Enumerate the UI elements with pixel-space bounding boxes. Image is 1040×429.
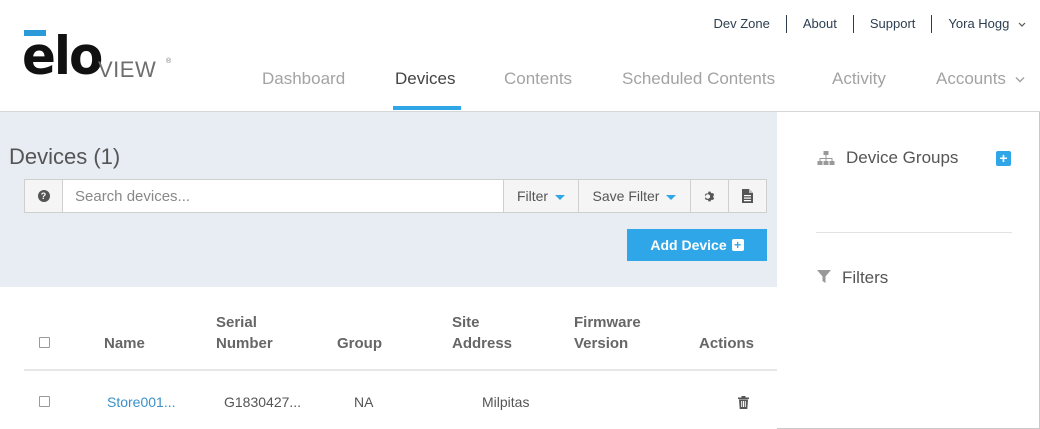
add-group-button[interactable]: + bbox=[996, 151, 1011, 166]
tab-contents[interactable]: Contents bbox=[504, 68, 572, 90]
caret-down-icon bbox=[555, 194, 566, 200]
help-button[interactable]: ? bbox=[25, 180, 63, 212]
device-name-link[interactable]: Store001... bbox=[107, 393, 176, 411]
device-group: NA bbox=[354, 394, 374, 410]
main-nav: Dashboard Devices Contents Scheduled Con… bbox=[0, 56, 1040, 111]
save-filter-label: Save Filter bbox=[592, 188, 660, 204]
user-name: Yora Hogg bbox=[948, 16, 1010, 31]
filter-label: Filter bbox=[516, 188, 549, 204]
sitemap-icon bbox=[817, 151, 835, 165]
column-header-name[interactable]: Name bbox=[104, 333, 145, 354]
select-all-checkbox[interactable] bbox=[39, 337, 50, 348]
tab-devices[interactable]: Devices bbox=[395, 68, 455, 90]
column-header-firmware-line2: Version bbox=[574, 335, 629, 352]
user-menu[interactable]: Yora Hogg bbox=[932, 15, 1026, 33]
column-header-actions: Actions bbox=[699, 335, 755, 352]
chevron-down-icon bbox=[1015, 76, 1025, 83]
column-header-serial-line1: Serial bbox=[216, 314, 257, 331]
add-device-button[interactable]: Add Device + bbox=[627, 229, 767, 261]
device-groups-title: Device Groups bbox=[846, 148, 959, 167]
document-icon bbox=[742, 189, 753, 203]
dev-zone-link[interactable]: Dev Zone bbox=[698, 15, 786, 33]
add-device-label: Add Device bbox=[650, 237, 727, 253]
header: elo VIEW ® Dev Zone About Support Yora H… bbox=[0, 0, 1040, 112]
search-input[interactable] bbox=[63, 180, 504, 212]
tab-activity[interactable]: Activity bbox=[832, 68, 886, 90]
column-header-site-line1: Site bbox=[452, 314, 480, 331]
gear-icon bbox=[704, 191, 715, 201]
tab-dashboard[interactable]: Dashboard bbox=[262, 68, 345, 90]
filters-title[interactable]: Filters bbox=[842, 267, 888, 289]
filter-dropdown[interactable]: Filter bbox=[504, 180, 579, 212]
column-header-site-line2: Address bbox=[452, 335, 513, 352]
logo-accent-bar bbox=[24, 30, 46, 36]
column-header-group[interactable]: Group bbox=[337, 333, 382, 354]
tab-scheduled-contents[interactable]: Scheduled Contents bbox=[622, 68, 775, 90]
save-filter-dropdown[interactable]: Save Filter bbox=[579, 180, 691, 212]
column-header-firmware[interactable]: Firmware Version bbox=[574, 312, 641, 354]
about-link[interactable]: About bbox=[787, 15, 853, 33]
plus-square-icon: + bbox=[731, 239, 744, 251]
column-header-site[interactable]: Site Address bbox=[452, 312, 512, 354]
support-link[interactable]: Support bbox=[854, 15, 932, 33]
funnel-icon bbox=[817, 270, 831, 283]
column-header-serial-line2: Number bbox=[216, 335, 273, 352]
device-site: Milpitas bbox=[482, 394, 530, 410]
side-panel: Device Groups + Filters bbox=[777, 112, 1039, 428]
chevron-down-icon bbox=[1018, 22, 1026, 27]
search-toolbar: ? Filter Save Filter bbox=[24, 179, 767, 213]
tab-accounts[interactable]: Accounts bbox=[936, 68, 1025, 90]
device-serial: G1830427... bbox=[224, 394, 302, 410]
trash-icon[interactable] bbox=[738, 396, 749, 409]
export-button[interactable] bbox=[729, 180, 766, 212]
column-header-firmware-line1: Firmware bbox=[574, 314, 641, 331]
table-row[interactable]: Store001... G1830427... NA Milpitas bbox=[24, 371, 777, 429]
page-title: Devices (1) bbox=[9, 144, 121, 169]
side-divider bbox=[816, 232, 1012, 233]
settings-button[interactable] bbox=[691, 180, 729, 212]
caret-down-icon bbox=[666, 194, 677, 200]
help-circle-icon: ? bbox=[37, 190, 50, 202]
tab-accounts-label: Accounts bbox=[936, 69, 1006, 88]
row-checkbox[interactable] bbox=[39, 396, 50, 407]
utility-nav: Dev Zone About Support Yora Hogg bbox=[698, 15, 1027, 33]
active-tab-indicator bbox=[393, 106, 461, 110]
column-header-serial[interactable]: Serial Number bbox=[216, 312, 273, 354]
devices-panel: Devices (1) ? Filter Save Filter bbox=[0, 112, 777, 287]
devices-table: Name Serial Number Group Site Address Fi… bbox=[0, 287, 777, 429]
